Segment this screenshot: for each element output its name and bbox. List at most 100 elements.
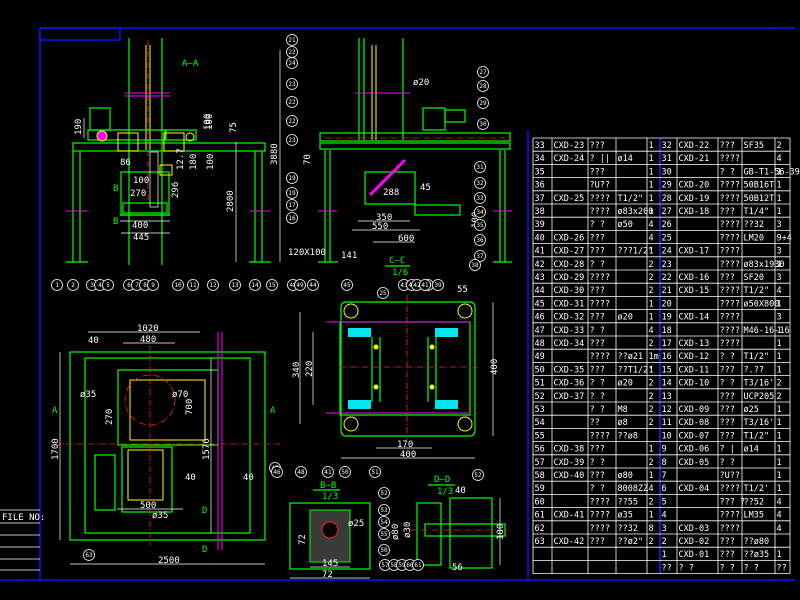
svg-text:B: B <box>113 217 118 227</box>
table-cell: ??? <box>720 537 735 547</box>
svg-text:75: 75 <box>229 122 239 133</box>
table-cell: ???? <box>720 194 740 204</box>
table-cell: 35 <box>535 167 545 177</box>
table-cell: 1 <box>777 484 782 494</box>
table-cell: 1 <box>777 167 782 177</box>
balloon-28: 28 <box>477 80 489 92</box>
balloon-number: 24 <box>288 60 296 67</box>
table-cell: 15 <box>662 365 672 375</box>
table-cell: ? ? <box>590 405 605 415</box>
table-cell: CXD-36 <box>554 379 585 389</box>
table-cell: ? ? <box>720 167 735 177</box>
table-cell: 2 <box>649 286 654 296</box>
balloon-41: 41 <box>322 466 334 478</box>
balloon-34: 34 <box>474 206 486 218</box>
svg-text:145: 145 <box>322 559 338 569</box>
table-cell: 33 <box>535 141 545 151</box>
table-cell: ??? <box>720 431 735 441</box>
table-cell: ??? <box>720 405 735 415</box>
table-cell: 29 <box>662 181 672 191</box>
table-cell: CXD-03 <box>679 524 710 534</box>
table-row: 38???? ø83x2001 27 CXD-18??? T1/4" 1 <box>535 207 782 217</box>
table-cell: 51 <box>535 379 545 389</box>
balloon-number: 7 <box>135 282 139 289</box>
balloon-23: 23 <box>286 134 298 146</box>
table-cell: 48 <box>535 339 545 349</box>
table-cell: 1 <box>777 207 782 217</box>
table-cell: 1 <box>777 299 782 309</box>
balloon-number: 3 <box>90 282 94 289</box>
balloon-5: 5 <box>102 279 114 291</box>
balloon-number: 38 <box>471 262 479 269</box>
table-cell: ? || <box>590 154 610 164</box>
table-cell: 1 <box>662 550 667 560</box>
table-cell: 57 <box>535 458 545 468</box>
balloon-number: 19 <box>288 190 296 197</box>
table-cell: 39 <box>535 220 545 230</box>
table-cell: 27 <box>662 207 672 217</box>
cad-drawing-canvas: FILE NO: A—A 190 86 100 12.7 180 100 75 … <box>0 27 800 581</box>
table-cell: 18 <box>662 326 672 336</box>
balloon-number: 41 <box>324 469 332 476</box>
table-cell: ?? <box>662 563 672 573</box>
table-cell: 20 <box>662 299 672 309</box>
balloon-38: 38 <box>469 259 481 271</box>
table-cell: ???? <box>720 181 740 191</box>
table-cell: 2 <box>649 418 654 428</box>
table-cell: 2 <box>649 405 654 415</box>
table-cell: 45 <box>535 299 545 309</box>
table-cell: 47 <box>535 326 545 336</box>
table-row: 34 CXD-24 ? || ø14 1 31 CXD-21???? 4 <box>535 154 782 164</box>
svg-text:340: 340 <box>292 362 302 378</box>
svg-text:45: 45 <box>420 183 431 193</box>
balloon-19: 19 <box>286 172 298 184</box>
balloon-number: 21 <box>288 37 296 44</box>
balloon-21: 21 <box>286 34 298 46</box>
table-cell: 1 <box>777 181 782 191</box>
table-cell: 1 <box>777 365 782 375</box>
table-cell: ???? <box>720 511 740 521</box>
table-row: 62???? ??32 8 3 CXD-03???? 4 <box>535 524 782 534</box>
table-cell: ? ? <box>744 563 759 573</box>
table-cell: 1m <box>649 352 659 362</box>
table-cell: CXD-39 <box>554 458 585 468</box>
table-row: 33 CXD-23??? 1 32 CXD-22??? SF35 2 <box>535 141 782 151</box>
parts-list-table: 33 CXD-23??? 1 32 CXD-22??? SF35 2 34 CXD-24? ||… <box>532 137 800 574</box>
table-row: 46 CXD-32??? ø20 1 19 CXD-14???? 3 <box>535 313 782 323</box>
table-cell: ø14 <box>744 445 759 455</box>
table-row: 41 CXD-27??? ???1/2"1 24 CXD-17???? 3 <box>535 247 782 257</box>
table-cell: 62 <box>535 524 545 534</box>
balloon-50: 50 <box>339 466 351 478</box>
table-row: 54?? ø8 2 11 CXD-08??? T3/16' 1 <box>535 418 782 428</box>
table-row: 63 CXD-42??? ??ø2" 2 2 CXD-02??? ??ø80 <box>535 537 770 547</box>
view-label-c-c: C—C <box>389 256 405 266</box>
svg-text:2500: 2500 <box>158 556 180 566</box>
svg-text:270: 270 <box>105 409 115 425</box>
svg-text:ø20: ø20 <box>413 78 429 88</box>
table-row: 52 CXD-37? ? 2 13??? UCP205 2 <box>535 392 782 402</box>
table-row: 59 ? ? 8008ZZ 4 6 CXD-04???? T1/2' 1 <box>535 484 782 494</box>
table-row: 58 CXD-40??? ø80 1 7 ?U?? 1 <box>535 471 782 481</box>
table-cell: 1 <box>649 313 654 323</box>
balloon-number: 28 <box>479 83 487 90</box>
table-cell: 1 <box>649 247 654 257</box>
balloon-number: 51 <box>371 469 379 476</box>
table-cell: CXD-42 <box>554 537 585 547</box>
table-cell: ??? <box>590 233 605 243</box>
balloon-number: 52 <box>380 490 388 497</box>
table-cell: T1/2" <box>744 352 770 362</box>
svg-text:12.7: 12.7 <box>176 148 186 170</box>
table-cell: ???? <box>720 299 740 309</box>
table-cell: 36 <box>535 181 545 191</box>
table-cell: 9+4 <box>777 233 792 243</box>
balloon-number: 23 <box>288 81 296 88</box>
table-cell: 38 <box>535 207 545 217</box>
table-cell: CXD-30 <box>554 286 585 296</box>
table-cell: 46 <box>535 313 545 323</box>
balloon-number: 14 <box>251 282 259 289</box>
table-cell: 1 <box>777 194 782 204</box>
balloon-number: 49 <box>296 282 304 289</box>
table-cell: 1 <box>777 339 782 349</box>
table-cell: CXD-20 <box>679 181 710 191</box>
table-cell: ø8 <box>618 418 628 428</box>
